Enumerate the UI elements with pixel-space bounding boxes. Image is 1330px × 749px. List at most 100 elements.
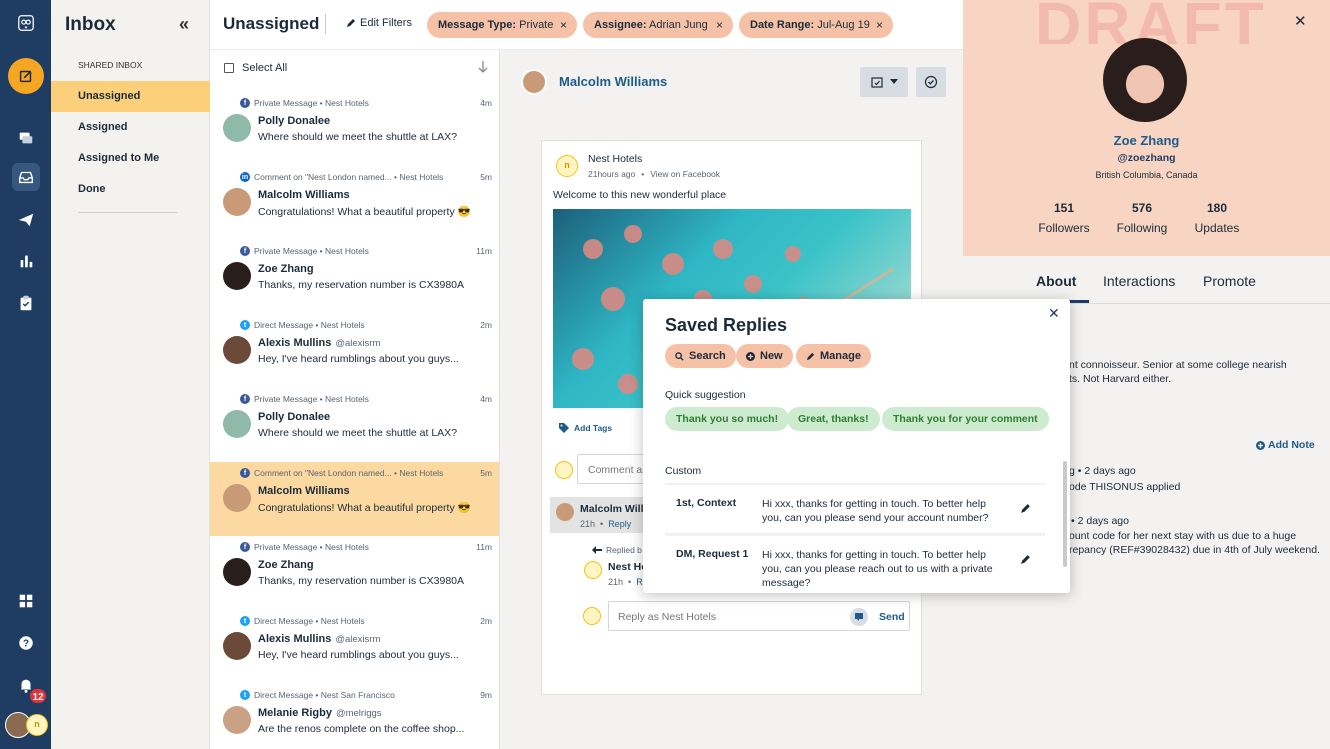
add-tags-button[interactable]: Add Tags xyxy=(558,422,612,434)
collapse-sidebar-icon[interactable]: « xyxy=(179,14,189,35)
send-button[interactable]: Send xyxy=(879,611,905,623)
compose-icon[interactable] xyxy=(8,58,44,94)
sender-name-text: Polly Donalee xyxy=(258,411,331,423)
resolve-button[interactable] xyxy=(916,67,946,97)
stat-label: Followers xyxy=(1038,221,1090,235)
sidebar-item-unassigned[interactable]: Unassigned xyxy=(51,81,210,112)
sidebar-item-assigned[interactable]: Assigned xyxy=(51,112,210,143)
remove-chip-icon[interactable]: × xyxy=(560,12,567,38)
edit-pencil-icon[interactable] xyxy=(1020,503,1031,514)
schedule-dropdown-button[interactable] xyxy=(860,67,908,97)
streams-icon[interactable] xyxy=(12,124,40,152)
list-item[interactable]: in Comment on "Nest London named... • Nes… xyxy=(210,166,499,240)
list-item[interactable]: t Direct Message • Nest Hotels 2m Alexis Mu… xyxy=(210,610,499,684)
custom-reply-text: Hi xxx, thanks for getting in touch. To … xyxy=(762,549,993,589)
search-button[interactable]: Search xyxy=(665,344,736,368)
stat-label: Updates xyxy=(1194,221,1240,235)
manage-button[interactable]: Manage xyxy=(796,344,871,368)
custom-reply-row[interactable]: DM, Request 1 Hi xxx, thanks for getting… xyxy=(665,536,1045,593)
tab-about[interactable]: About xyxy=(1036,273,1076,289)
pencil-icon xyxy=(347,19,355,27)
post-author[interactable]: Nest Hotels xyxy=(588,153,642,165)
view-on-facebook-link[interactable]: View on Facebook xyxy=(650,169,720,179)
close-profile-icon[interactable]: ✕ xyxy=(1294,12,1307,30)
avatar xyxy=(223,410,251,438)
reply-author[interactable]: Nest Ho xyxy=(608,561,648,573)
stat-value: 180 xyxy=(1206,201,1228,215)
list-item[interactable]: f Private Message • Nest Hotels 4m Polly Do… xyxy=(210,92,499,166)
sender-name-text: Zoe Zhang xyxy=(258,559,314,571)
sender-name-text: Malcolm Williams xyxy=(258,189,350,201)
close-modal-icon[interactable]: ✕ xyxy=(1048,305,1060,322)
sort-arrow-icon[interactable] xyxy=(477,60,489,74)
select-all[interactable]: Select All xyxy=(224,62,287,74)
comment-meta: 21h • Reply xyxy=(580,519,632,529)
reply-input[interactable]: Reply as Nest Hotels xyxy=(618,611,716,623)
divider xyxy=(325,14,326,34)
draft-watermark: DRAFT xyxy=(1035,0,1267,44)
chip-key: Date Range: xyxy=(750,19,815,31)
select-all-checkbox[interactable] xyxy=(224,63,234,73)
scrollbar[interactable] xyxy=(1063,461,1067,567)
list-item[interactable]: f Private Message • Nest Hotels 11m Zoe Zha… xyxy=(210,240,499,314)
note-1-head: g • 2 days ago xyxy=(1069,465,1136,477)
list-item[interactable]: f Comment on "Nest London named... • Nest… xyxy=(210,462,499,536)
saved-replies-modal: Saved Replies ✕ Search New Manage Quick … xyxy=(643,299,1070,593)
contact-avatar[interactable] xyxy=(521,69,547,95)
filter-chip-date-range[interactable]: Date Range: Jul-Aug 19 × xyxy=(739,12,893,38)
nest-hotels-logo-icon: n xyxy=(556,155,578,177)
tab-promote[interactable]: Promote xyxy=(1203,273,1256,289)
sender-name-text: Zoe Zhang xyxy=(258,263,314,275)
saved-replies-toggle-icon[interactable] xyxy=(850,608,868,626)
sender-name: Polly Donalee xyxy=(258,115,330,127)
facebook-icon: f xyxy=(240,246,250,256)
edit-filters-button[interactable]: Edit Filters xyxy=(346,17,412,29)
commenter-name[interactable]: Malcolm Willi xyxy=(580,503,646,515)
custom-reply-row[interactable]: 1st, Context Hi xxx, thanks for getting … xyxy=(665,485,1045,534)
replied-by-label: Replied b xyxy=(592,545,642,555)
sidebar-item-assigned-to-me[interactable]: Assigned to Me xyxy=(51,143,210,174)
message-meta: t Direct Message • Nest Hotels xyxy=(240,320,365,330)
profile-avatar[interactable] xyxy=(1103,38,1187,122)
analytics-icon[interactable] xyxy=(12,247,40,275)
remove-chip-icon[interactable]: × xyxy=(876,12,883,38)
message-meta-text: Comment on "Nest London named... • Nest … xyxy=(254,172,444,182)
avatar xyxy=(223,336,251,364)
profile-location: British Columbia, Canada xyxy=(1095,170,1198,180)
edit-pencil-icon[interactable] xyxy=(1020,554,1031,565)
note-2-body-2: repancy (REF#39028432) due in 4th of Jul… xyxy=(1069,544,1320,556)
message-meta-text: Direct Message • Nest Hotels xyxy=(254,616,365,626)
sender-name: Malcolm Williams xyxy=(258,485,350,497)
list-item[interactable]: f Private Message • Nest Hotels 11m Zoe Zha… xyxy=(210,536,499,610)
org-avatar-icon[interactable]: n xyxy=(26,714,48,736)
quick-reply-chip[interactable]: Thank you for your comment xyxy=(882,407,1049,431)
note-2-head: • 2 days ago xyxy=(1071,515,1129,527)
list-item[interactable]: t Direct Message • Nest Hotels 2m Alexis Mu… xyxy=(210,314,499,388)
reply-link[interactable]: R xyxy=(636,577,643,587)
remove-chip-icon[interactable]: × xyxy=(716,12,723,38)
list-item[interactable]: f Private Message • Nest Hotels 4m Polly Do… xyxy=(210,388,499,462)
message-meta-text: Private Message • Nest Hotels xyxy=(254,246,369,256)
filter-chip-message-type[interactable]: Message Type: Private × xyxy=(427,12,577,38)
contact-name[interactable]: Malcolm Williams xyxy=(559,74,667,89)
quick-reply-chip[interactable]: Thank you so much! xyxy=(665,407,790,431)
message-meta-text: Direct Message • Nest San Francisco xyxy=(254,690,395,700)
avatar xyxy=(223,706,251,734)
help-icon[interactable]: ? xyxy=(12,629,40,657)
assignments-icon[interactable] xyxy=(12,289,40,317)
tab-interactions[interactable]: Interactions xyxy=(1103,273,1175,289)
new-reply-button[interactable]: New xyxy=(736,344,793,368)
inbox-icon[interactable] xyxy=(12,163,40,191)
publisher-icon[interactable] xyxy=(12,206,40,234)
owl-logo-icon[interactable] xyxy=(12,9,40,37)
quick-reply-chip[interactable]: Great, thanks! xyxy=(787,407,880,431)
conversation-header: Malcolm Williams xyxy=(500,50,963,112)
add-note-button[interactable]: Add Note xyxy=(1256,439,1315,451)
sidebar-item-done[interactable]: Done xyxy=(51,174,210,205)
comment-reply-link[interactable]: Reply xyxy=(608,519,631,529)
list-item[interactable]: t Direct Message • Nest San Francisco 9m Me… xyxy=(210,684,499,749)
apps-grid-icon[interactable] xyxy=(12,587,40,615)
message-meta: t Direct Message • Nest San Francisco xyxy=(240,690,395,700)
profile-name: Zoe Zhang xyxy=(1113,133,1180,148)
filter-chip-assignee[interactable]: Assignee: Adrian Jung × xyxy=(583,12,733,38)
